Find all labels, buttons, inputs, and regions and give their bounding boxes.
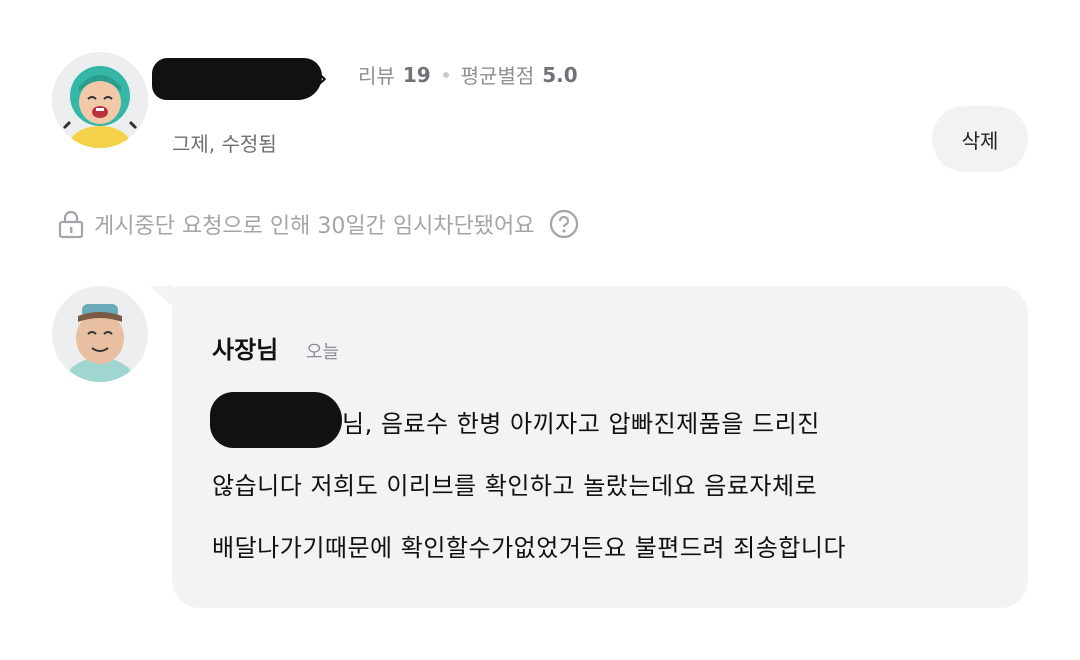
review-count-label: 리뷰 — [358, 64, 395, 88]
owner-name: 사장님 — [212, 336, 279, 364]
rating-label: 평균별점 — [460, 64, 535, 88]
edited-timestamp: 그제, 수정됨 — [172, 132, 277, 156]
reply-line-2: 않습니다 저희도 이리브를 확인하고 놀랐는데요 음료자체로 — [212, 472, 818, 500]
avatar-girl-helmet-icon — [52, 52, 148, 148]
reply-time: 오늘 — [306, 342, 340, 363]
chevron-right-icon[interactable]: › — [316, 64, 328, 94]
question-circle-icon[interactable] — [549, 209, 579, 239]
review-meta: 리뷰 19 평균별점 5.0 — [358, 60, 578, 89]
rating-value: 5.0 — [542, 62, 578, 87]
redacted-customer-name — [210, 392, 342, 448]
lock-icon — [58, 210, 84, 239]
owner-avatar — [52, 286, 148, 382]
notice-text: 게시중단 요청으로 인해 30일간 임시차단됐어요 — [94, 214, 535, 239]
delete-button[interactable]: 삭제 — [932, 106, 1028, 172]
reply-line-3: 배달나가기때문에 확인할수가없었거든요 불편드려 죄송합니다 — [212, 534, 847, 562]
separator-dot — [442, 71, 449, 78]
suspension-notice: 게시중단 요청으로 인해 30일간 임시차단됐어요 — [58, 208, 579, 240]
avatar-chef-icon — [52, 286, 148, 382]
user-avatar[interactable] — [52, 52, 148, 148]
redacted-username — [152, 58, 322, 100]
review-count: 19 — [402, 62, 431, 87]
reply-line-1: 님, 음료수 한병 아끼자고 압빠진제품을 드리진 — [342, 410, 820, 438]
bubble-tail — [150, 286, 174, 308]
